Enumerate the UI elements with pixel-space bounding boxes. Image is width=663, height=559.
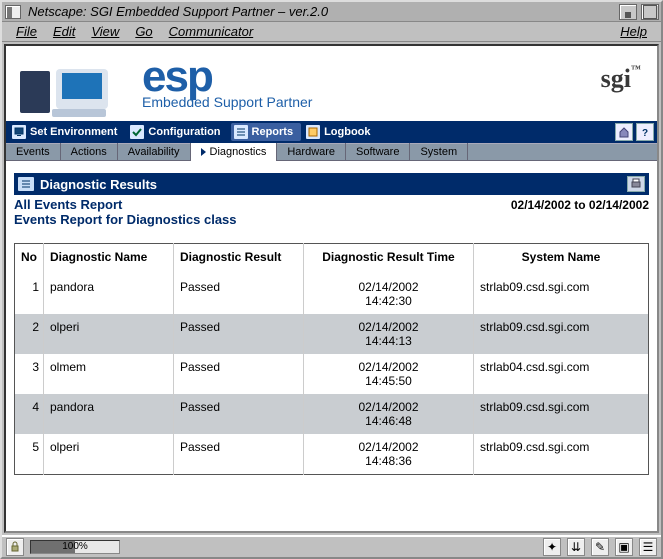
tab-software[interactable]: Software	[346, 143, 410, 161]
nav-set-environment[interactable]: Set Environment	[9, 123, 125, 141]
cell-time: 02/14/200214:46:48	[304, 394, 474, 434]
cell-no: 3	[15, 354, 44, 394]
date-range: 02/14/2002 to 02/14/2002	[511, 198, 649, 212]
tab-availability[interactable]: Availability	[118, 143, 191, 161]
esp-logo-subtitle: Embedded Support Partner	[142, 94, 312, 110]
cell-no: 1	[15, 274, 44, 314]
statusbar: 100% ✦ ⇊ ✎ ▣ ☰	[2, 535, 661, 557]
maximize-button[interactable]	[641, 4, 659, 20]
minimize-button[interactable]	[619, 4, 637, 20]
menubar: File Edit View Go Communicator Help	[2, 22, 661, 42]
browser-viewport: esp Embedded Support Partner sgi™ Set En…	[4, 44, 659, 533]
window-frame: Netscape: SGI Embedded Support Partner –…	[0, 0, 663, 559]
nav-configuration[interactable]: Configuration	[127, 123, 228, 141]
table-header-row: No Diagnostic Name Diagnostic Result Dia…	[15, 244, 649, 275]
cell-no: 5	[15, 434, 44, 475]
col-no: No	[15, 244, 44, 275]
cell-time: 02/14/200214:44:13	[304, 314, 474, 354]
window-title: Netscape: SGI Embedded Support Partner –…	[24, 4, 617, 19]
tab-hardware[interactable]: Hardware	[277, 143, 346, 161]
content-area: Diagnostic Results All Events Report 02/…	[6, 161, 657, 531]
col-system-name: System Name	[474, 244, 649, 275]
esp-logo-text: esp	[142, 57, 312, 97]
cell-name: olperi	[44, 314, 174, 354]
cell-name: olmem	[44, 354, 174, 394]
help-icon[interactable]: ?	[636, 123, 654, 141]
tab-actions[interactable]: Actions	[61, 143, 118, 161]
status-icon-3[interactable]: ✎	[591, 538, 609, 556]
esp-banner: esp Embedded Support Partner sgi™	[6, 46, 657, 121]
status-icon-5[interactable]: ☰	[639, 538, 657, 556]
cell-system: strlab09.csd.sgi.com	[474, 434, 649, 475]
table-row: 5olperiPassed02/14/200214:48:36strlab09.…	[15, 434, 649, 475]
report-icon	[18, 177, 34, 191]
cell-time: 02/14/200214:48:36	[304, 434, 474, 475]
diagnostics-table: No Diagnostic Name Diagnostic Result Dia…	[14, 243, 649, 475]
cell-time: 02/14/200214:42:30	[304, 274, 474, 314]
nav-primary: Set Environment Configuration Reports Lo…	[6, 121, 657, 143]
table-row: 4pandoraPassed02/14/200214:46:48strlab09…	[15, 394, 649, 434]
nav-secondary: Events Actions Availability Diagnostics …	[6, 143, 657, 161]
status-icon-4[interactable]: ▣	[615, 538, 633, 556]
subheading-all-events: All Events Report	[14, 197, 122, 212]
progress-percent: 100%	[31, 541, 119, 552]
print-button[interactable]	[627, 176, 645, 192]
computer-illustration-icon	[16, 49, 136, 119]
tab-events[interactable]: Events	[6, 143, 61, 161]
col-diagnostic-name: Diagnostic Name	[44, 244, 174, 275]
table-row: 2olperiPassed02/14/200214:44:13strlab09.…	[15, 314, 649, 354]
col-diagnostic-result: Diagnostic Result	[174, 244, 304, 275]
cell-no: 4	[15, 394, 44, 434]
svg-text:?: ?	[642, 128, 648, 138]
home-icon[interactable]	[615, 123, 633, 141]
check-icon	[130, 125, 144, 139]
menu-edit[interactable]: Edit	[45, 24, 83, 39]
panel-title-bar: Diagnostic Results	[14, 173, 649, 195]
panel-title-text: Diagnostic Results	[40, 177, 157, 192]
list-icon	[234, 125, 248, 139]
cell-name: pandora	[44, 394, 174, 434]
menu-go[interactable]: Go	[127, 24, 160, 39]
status-icon-1[interactable]: ✦	[543, 538, 561, 556]
cell-result: Passed	[174, 394, 304, 434]
cell-name: olperi	[44, 434, 174, 475]
cell-time: 02/14/200214:45:50	[304, 354, 474, 394]
titlebar: Netscape: SGI Embedded Support Partner –…	[2, 2, 661, 22]
menu-communicator[interactable]: Communicator	[161, 24, 262, 39]
menu-file[interactable]: File	[8, 24, 45, 39]
nav-logbook[interactable]: Logbook	[303, 123, 378, 141]
cell-system: strlab04.csd.sgi.com	[474, 354, 649, 394]
system-menu-icon[interactable]	[5, 5, 21, 19]
cell-result: Passed	[174, 314, 304, 354]
progress-bar: 100%	[30, 540, 120, 554]
cell-name: pandora	[44, 274, 174, 314]
table-row: 3olmemPassed02/14/200214:45:50strlab04.c…	[15, 354, 649, 394]
subheading-diagnostics-class: Events Report for Diagnostics class	[14, 212, 649, 227]
menu-help[interactable]: Help	[612, 24, 655, 39]
cell-system: strlab09.csd.sgi.com	[474, 274, 649, 314]
cell-result: Passed	[174, 354, 304, 394]
triangle-right-icon	[201, 148, 206, 156]
book-icon	[306, 125, 320, 139]
cell-result: Passed	[174, 274, 304, 314]
col-result-time: Diagnostic Result Time	[304, 244, 474, 275]
tab-system[interactable]: System	[410, 143, 468, 161]
nav-reports[interactable]: Reports	[231, 123, 302, 141]
cell-no: 2	[15, 314, 44, 354]
menu-view[interactable]: View	[83, 24, 127, 39]
cell-result: Passed	[174, 434, 304, 475]
cell-system: strlab09.csd.sgi.com	[474, 314, 649, 354]
tab-diagnostics[interactable]: Diagnostics	[191, 143, 278, 161]
status-security-icon[interactable]	[6, 538, 24, 556]
sgi-brand: sgi™	[601, 64, 641, 94]
status-icon-2[interactable]: ⇊	[567, 538, 585, 556]
table-row: 1pandoraPassed02/14/200214:42:30strlab09…	[15, 274, 649, 314]
monitor-icon	[12, 125, 26, 139]
cell-system: strlab09.csd.sgi.com	[474, 394, 649, 434]
